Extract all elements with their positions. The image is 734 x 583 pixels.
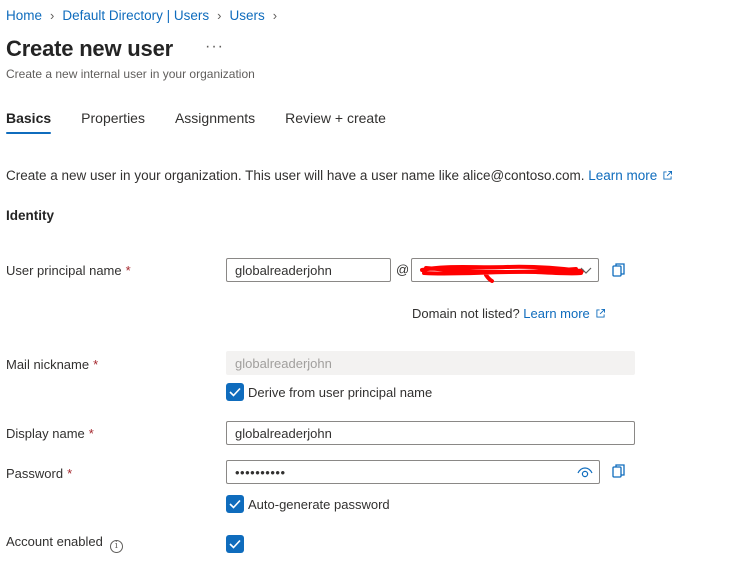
tab-review-create[interactable]: Review + create [285, 110, 386, 134]
display-name-value: globalreaderjohn [235, 425, 332, 441]
breadcrumb-home[interactable]: Home [6, 8, 42, 23]
mail-nickname-label: Mail nickname * [6, 357, 98, 372]
password-label-text: Password [6, 466, 64, 481]
identity-section-heading: Identity [6, 208, 55, 223]
upn-input[interactable]: globalreaderjohn [226, 258, 391, 282]
mail-nickname-value: globalreaderjohn [235, 355, 332, 371]
required-mark: * [88, 426, 94, 441]
intro-learn-more-link[interactable]: Learn more [588, 168, 673, 183]
page-subtitle: Create a new internal user in your organ… [6, 67, 255, 81]
tab-basics[interactable]: Basics [6, 110, 52, 134]
account-enabled-label-text: Account enabled [6, 534, 103, 549]
intro-text: Create a new user in your organization. … [6, 168, 673, 183]
intro-learn-more-label: Learn more [588, 168, 658, 183]
mail-nickname-label-text: Mail nickname [6, 357, 90, 372]
intro-description: Create a new user in your organization. … [6, 168, 585, 183]
tab-properties[interactable]: Properties [81, 110, 145, 134]
password-label: Password * [6, 466, 72, 481]
mail-nickname-input: globalreaderjohn [226, 351, 635, 375]
chevron-right-icon: › [272, 8, 278, 23]
display-name-input[interactable]: globalreaderjohn [226, 421, 635, 445]
upn-input-value: globalreaderjohn [235, 262, 332, 278]
breadcrumb: Home › Default Directory | Users › Users… [6, 8, 285, 23]
display-name-label-text: Display name [6, 426, 85, 441]
domain-not-listed: Domain not listed? Learn more [412, 306, 605, 321]
breadcrumb-default-directory-users[interactable]: Default Directory | Users [62, 8, 209, 23]
more-options-button[interactable]: ··· [205, 38, 224, 56]
chevron-right-icon: › [217, 8, 222, 23]
checkmark-icon [229, 539, 241, 549]
copy-icon[interactable] [612, 463, 626, 479]
display-name-label: Display name * [6, 426, 94, 441]
derive-from-upn-label: Derive from user principal name [248, 385, 433, 400]
page-title: Create new user [6, 36, 173, 61]
external-link-icon [596, 309, 605, 318]
eye-icon[interactable] [577, 467, 593, 479]
upn-label-text: User principal name [6, 263, 122, 278]
external-link-icon [663, 171, 673, 180]
password-input[interactable]: •••••••••• [226, 460, 600, 484]
required-mark: * [67, 466, 73, 481]
derive-from-upn-checkbox[interactable] [226, 383, 244, 401]
domain-learn-more-link[interactable]: Learn more [523, 306, 605, 321]
password-value: •••••••••• [235, 464, 286, 480]
domain-dropdown[interactable] [411, 258, 599, 283]
at-symbol: @ [396, 262, 410, 277]
domain-not-listed-text: Domain not listed? [412, 306, 520, 321]
tab-bar: Basics Properties Assignments Review + c… [6, 110, 416, 134]
domain-learn-more-label: Learn more [523, 306, 590, 321]
account-enabled-checkbox[interactable] [226, 535, 244, 553]
chevron-right-icon: › [50, 8, 55, 23]
info-icon[interactable]: i [109, 540, 123, 553]
breadcrumb-users[interactable]: Users [230, 8, 265, 23]
chevron-down-icon [580, 267, 592, 274]
checkmark-icon [229, 387, 241, 397]
tab-assignments[interactable]: Assignments [175, 110, 255, 134]
auto-generate-password-label: Auto-generate password [248, 497, 390, 512]
copy-icon[interactable] [612, 262, 626, 278]
auto-generate-password-checkbox[interactable] [226, 495, 244, 513]
checkmark-icon [229, 499, 241, 509]
account-enabled-label: Account enabled i [6, 534, 123, 553]
required-mark: * [125, 263, 131, 278]
redaction-scribble [420, 264, 584, 283]
upn-label: User principal name * [6, 263, 131, 278]
required-mark: * [93, 357, 99, 372]
